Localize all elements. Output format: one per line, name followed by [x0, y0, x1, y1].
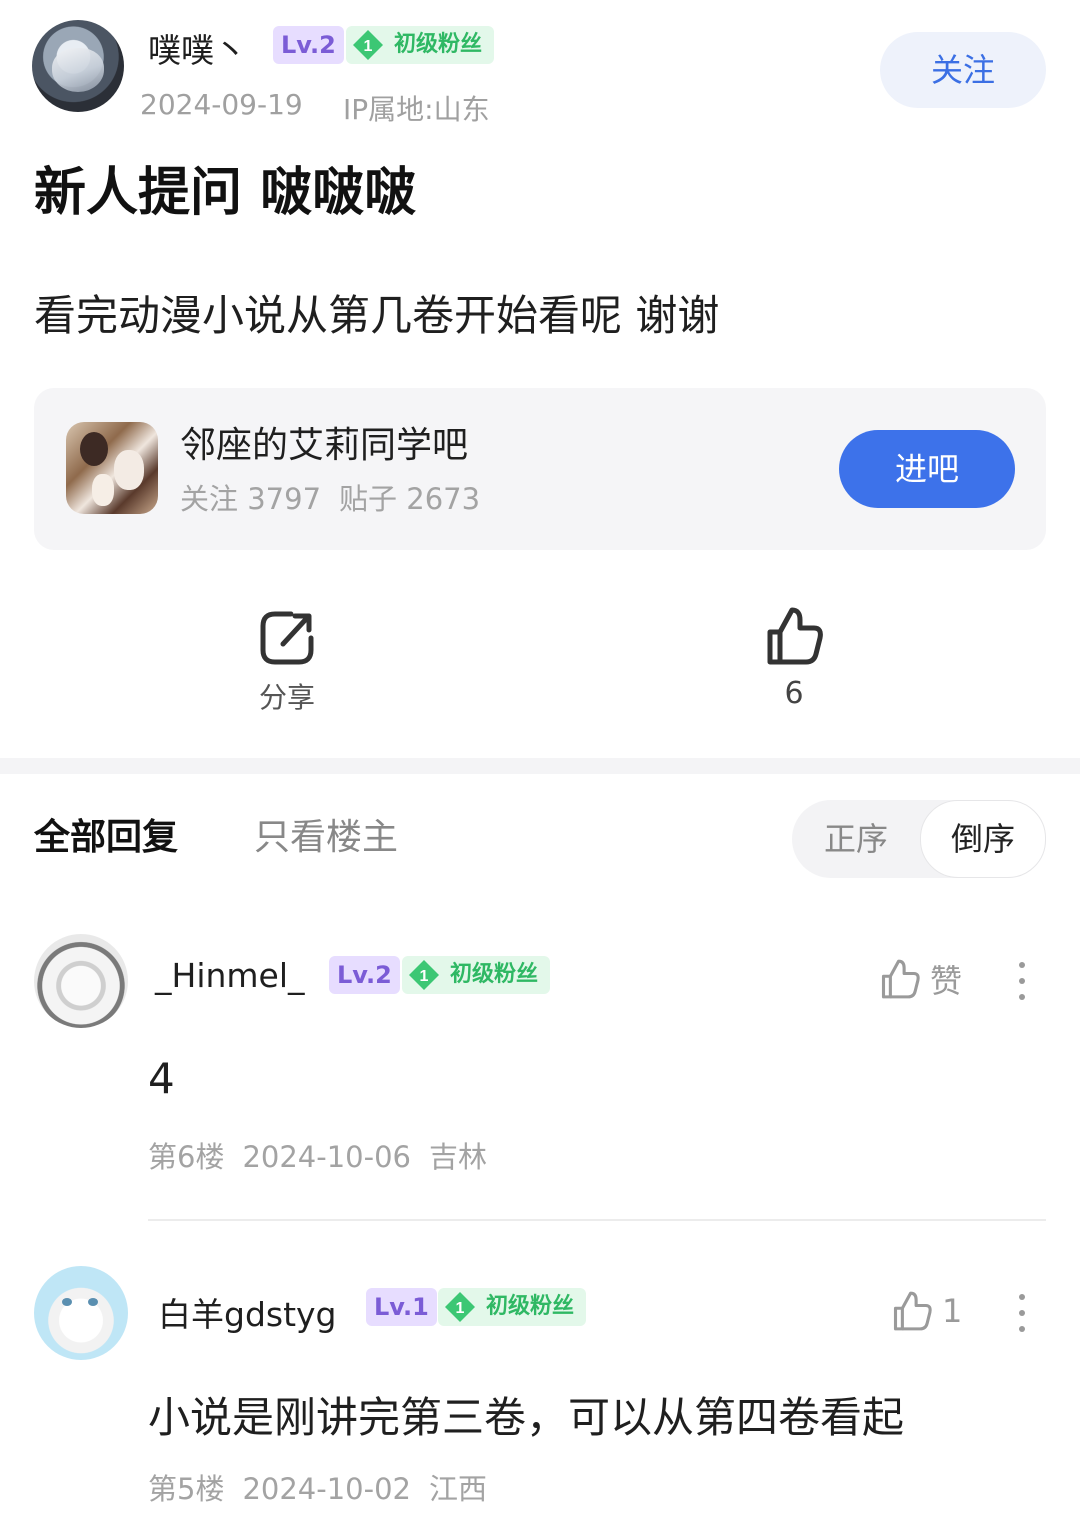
gem-icon: 1	[353, 30, 383, 60]
reply-date: 2024-10-06	[242, 1140, 411, 1174]
fan-badge: 1 初级粉丝	[438, 1288, 587, 1326]
reply-location: 吉林	[429, 1140, 488, 1174]
reply-avatar[interactable]	[34, 1266, 128, 1360]
level-badge: Lv.2	[273, 26, 344, 64]
forum-thumbnail	[66, 422, 158, 514]
reply-meta: 第5楼 2024-10-02 江西	[148, 1466, 487, 1508]
tab-all-replies[interactable]: 全部回复	[34, 808, 178, 860]
svg-text:1: 1	[456, 1300, 465, 1317]
reply-avatar[interactable]	[34, 934, 128, 1028]
tab-op-only[interactable]: 只看楼主	[254, 808, 398, 860]
reply-like-button[interactable]: 赞	[878, 956, 962, 1002]
author-name[interactable]: 噗噗丶	[148, 24, 247, 72]
share-icon	[260, 611, 314, 665]
reply-floor: 第5楼	[148, 1472, 225, 1506]
post-body: 看完动漫小说从第几卷开始看呢 谢谢	[34, 291, 720, 340]
enter-forum-button[interactable]: 进吧	[839, 430, 1015, 508]
post-date: 2024-09-19	[140, 88, 303, 121]
reply-meta: 第6楼 2024-10-06 吉林	[148, 1134, 487, 1176]
reply-content: 4	[148, 1054, 175, 1103]
reply-author-name[interactable]: 白羊gdstyg	[158, 1288, 337, 1336]
reply-author-name[interactable]: _Hinmel_	[155, 956, 305, 995]
sort-ascending-button[interactable]: 正序	[792, 800, 920, 878]
forum-posts: 贴子 2673	[339, 482, 481, 516]
level-badge: Lv.1	[366, 1288, 437, 1326]
fan-badge: 1 初级粉丝	[346, 26, 495, 64]
like-button[interactable]: 6	[752, 604, 836, 711]
reply-location: 江西	[429, 1472, 488, 1506]
reply-content: 小说是刚讲完第三卷，可以从第四卷看起	[148, 1393, 905, 1442]
level-badge: Lv.2	[329, 956, 400, 994]
follow-button[interactable]: 关注	[880, 32, 1046, 108]
fan-badge-label: 初级粉丝	[394, 32, 483, 57]
post-ip-location: IP属地:山东	[343, 93, 490, 126]
more-vertical-icon[interactable]	[1017, 962, 1027, 1010]
share-button[interactable]: 分享	[240, 608, 334, 716]
thumbs-up-icon	[767, 607, 823, 665]
post-title: 新人提问 啵啵啵	[34, 163, 417, 223]
more-vertical-icon[interactable]	[1017, 1294, 1027, 1342]
fan-badge: 1 初级粉丝	[402, 956, 551, 994]
sort-descending-button[interactable]: 倒序	[920, 800, 1046, 878]
forum-name: 邻座的艾莉同学吧	[180, 425, 469, 466]
forum-card[interactable]: 邻座的艾莉同学吧 关注 3797 贴子 2673 进吧	[34, 388, 1046, 550]
reply-divider	[148, 1219, 1046, 1221]
reply-like-count: 1	[942, 1292, 963, 1330]
reply-date: 2024-10-02	[242, 1472, 411, 1506]
fan-badge-label: 初级粉丝	[450, 962, 539, 987]
sort-toggle: 正序 倒序	[792, 800, 1046, 878]
share-label: 分享	[258, 681, 315, 714]
thumbs-up-icon	[881, 959, 920, 999]
reply-floor: 第6楼	[148, 1140, 225, 1174]
reply-like-label: 赞	[930, 962, 963, 1000]
svg-text:1: 1	[420, 968, 429, 985]
gem-icon: 1	[409, 960, 439, 990]
author-avatar[interactable]	[32, 20, 124, 112]
like-count: 6	[784, 676, 804, 711]
thumbs-up-icon	[893, 1291, 932, 1331]
forum-stats: 关注 3797 贴子 2673	[180, 476, 480, 518]
svg-text:1: 1	[364, 38, 373, 55]
fan-badge-label: 初级粉丝	[486, 1294, 575, 1319]
reply-like-button[interactable]: 1	[890, 1288, 962, 1334]
forum-followers: 关注 3797	[180, 482, 322, 516]
gem-icon: 1	[445, 1292, 475, 1322]
section-divider	[0, 758, 1080, 774]
